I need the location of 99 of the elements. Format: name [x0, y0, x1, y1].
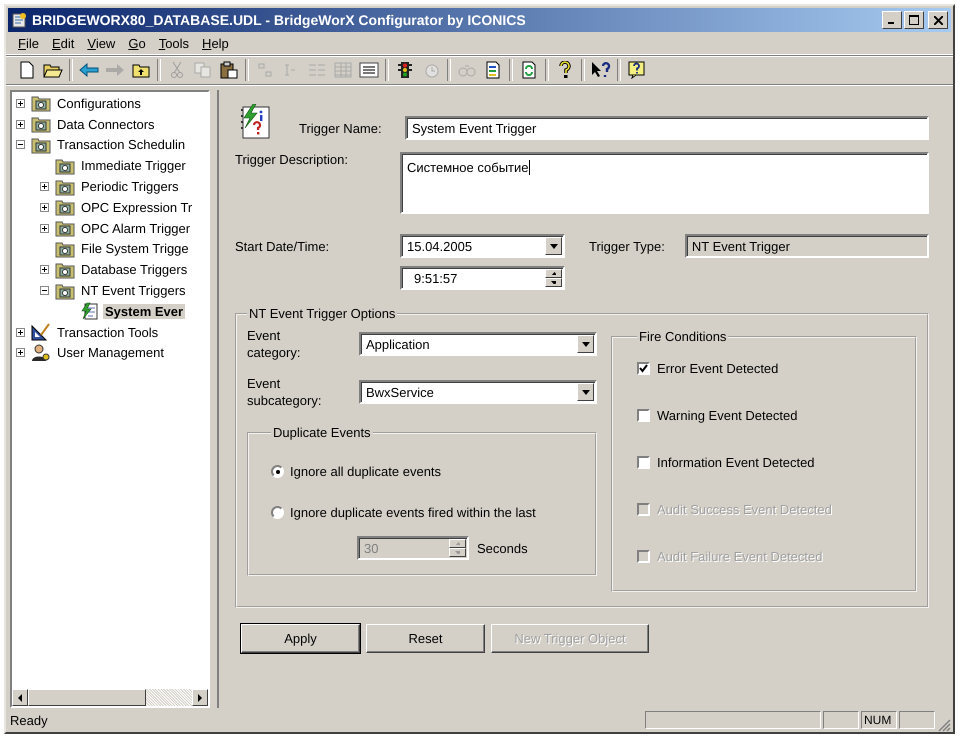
tree-item[interactable]: Immediate Trigger — [79, 158, 188, 174]
tree-item[interactable]: User Management — [55, 345, 166, 360]
checkbox[interactable] — [637, 362, 650, 374]
new-document-icon — [19, 61, 35, 79]
menu-item[interactable]: Tools — [152, 36, 196, 50]
date-dropdown[interactable]: 15.04.2005 — [400, 234, 565, 258]
folder-icon — [55, 178, 75, 196]
right-arrow-icon — [197, 694, 203, 702]
tree-item[interactable]: File System Trigge — [79, 241, 191, 256]
set-square-icon — [31, 323, 51, 342]
description-field[interactable]: Системное событие — [400, 152, 929, 214]
tree-item[interactable]: System Ever — [103, 304, 186, 319]
status-indicator: NUM — [861, 711, 897, 729]
tree-item[interactable]: Database Triggers — [79, 262, 190, 278]
help-icon — [558, 61, 572, 79]
checkbox[interactable] — [637, 456, 650, 468]
folder-icon — [31, 136, 51, 154]
event-subcategory-dropdown[interactable]: BwxService — [359, 380, 597, 404]
menu-item[interactable]: Edit — [46, 36, 82, 50]
tree-item[interactable]: Periodic Triggers — [79, 179, 181, 194]
left-arrow-icon — [17, 694, 23, 702]
folder-icon — [55, 219, 75, 238]
trigger-document-icon — [79, 302, 99, 320]
group-title: NT Event Trigger Options — [248, 306, 396, 321]
checkbox-label: Information Event Detected — [657, 454, 815, 470]
caret-icon[interactable] — [545, 237, 562, 255]
maximize-icon — [909, 15, 919, 25]
help-balloon-icon — [628, 61, 646, 79]
tree-item[interactable]: NT Event Triggers — [79, 283, 188, 298]
field-label: Event subcategory: — [247, 375, 322, 409]
list-icon — [308, 62, 326, 78]
user-figure-icon — [31, 344, 51, 362]
folder-icon — [55, 282, 75, 300]
tree-item[interactable]: OPC Alarm Trigger — [79, 220, 192, 236]
folder-icon — [55, 156, 75, 175]
field-label: Event category: — [247, 327, 302, 361]
status-text: Ready — [10, 712, 49, 728]
window-title: BRIDGEWORX80_DATABASE.UDL - BridgeWorX Configurator by ICONICS — [32, 12, 527, 28]
menu-item[interactable]: View — [81, 36, 122, 50]
field-label: Trigger Description: — [235, 152, 349, 169]
clipboard-icon — [220, 61, 238, 79]
push-button[interactable]: Reset — [366, 624, 485, 653]
radio-button[interactable] — [271, 465, 284, 478]
caret-icon[interactable] — [577, 383, 594, 401]
radio-label: Ignore duplicate events fired within the last — [290, 505, 536, 520]
resize-grip-icon[interactable] — [937, 718, 951, 732]
checkbox[interactable] — [637, 408, 650, 422]
minimize-button[interactable] — [882, 11, 902, 29]
field-label: Trigger Name: — [299, 121, 383, 138]
refresh-icon — [521, 61, 537, 79]
group-title: Duplicate Events — [272, 425, 372, 440]
app-icon — [11, 12, 27, 28]
field-label: Start Date/Time: — [235, 238, 330, 254]
binoculars-icon — [457, 63, 477, 77]
folder-icon — [55, 198, 75, 216]
radio-button[interactable] — [271, 506, 284, 519]
caret-icon[interactable] — [577, 335, 594, 353]
traffic-light-icon — [396, 61, 414, 79]
trigger-name-field[interactable]: System Event Trigger — [405, 116, 929, 140]
folder-icon — [55, 240, 75, 258]
maximize-button[interactable] — [904, 11, 924, 29]
unit-label: Seconds — [477, 540, 528, 556]
event-category-dropdown[interactable]: Application — [359, 332, 597, 356]
scissors-icon — [170, 61, 184, 79]
copy-icon — [194, 62, 212, 78]
properties-icon — [359, 62, 379, 78]
checkbox-label: Error Event Detected — [657, 360, 778, 376]
menu-item[interactable]: File — [12, 36, 46, 50]
tree-item[interactable]: OPC Expression Tr — [79, 200, 194, 215]
close-button[interactable] — [928, 11, 948, 29]
field-label: Trigger Type: — [589, 238, 665, 254]
large-icons-icon — [257, 62, 273, 78]
folder-icon — [31, 94, 51, 112]
trigger-type-field: NT Event Trigger — [684, 234, 929, 258]
push-button[interactable]: Apply — [241, 624, 360, 653]
folder-icon — [31, 115, 51, 134]
status-panel — [899, 711, 935, 729]
open-folder-icon — [43, 62, 63, 78]
document-icon — [485, 61, 501, 79]
back-arrow-icon — [79, 63, 99, 77]
tree-item[interactable]: Data Connectors — [55, 116, 157, 132]
up-folder-icon — [132, 62, 150, 78]
pointer-help-icon — [590, 61, 612, 79]
radio-label: Ignore all duplicate events — [290, 464, 442, 479]
tree-item[interactable]: Transaction Tools — [55, 324, 160, 340]
status-panel — [823, 711, 859, 729]
time-spinner[interactable]: 9:51:57 — [400, 266, 565, 290]
tree-item[interactable]: Transaction Schedulin — [55, 137, 188, 152]
close-icon — [934, 16, 942, 24]
folder-icon — [55, 260, 75, 279]
menu-item[interactable]: Go — [122, 36, 153, 50]
group-title: Fire Conditions — [638, 329, 728, 344]
details-grid-icon — [334, 62, 352, 78]
horizontal-scrollbar[interactable] — [12, 689, 208, 706]
forward-arrow-icon — [105, 63, 125, 77]
checkbox-label: Warning Event Detected — [657, 408, 798, 422]
spin-arrows-icon[interactable] — [545, 269, 562, 287]
tree-item[interactable]: Configurations — [55, 96, 143, 111]
menu-item[interactable]: Help — [196, 36, 236, 50]
